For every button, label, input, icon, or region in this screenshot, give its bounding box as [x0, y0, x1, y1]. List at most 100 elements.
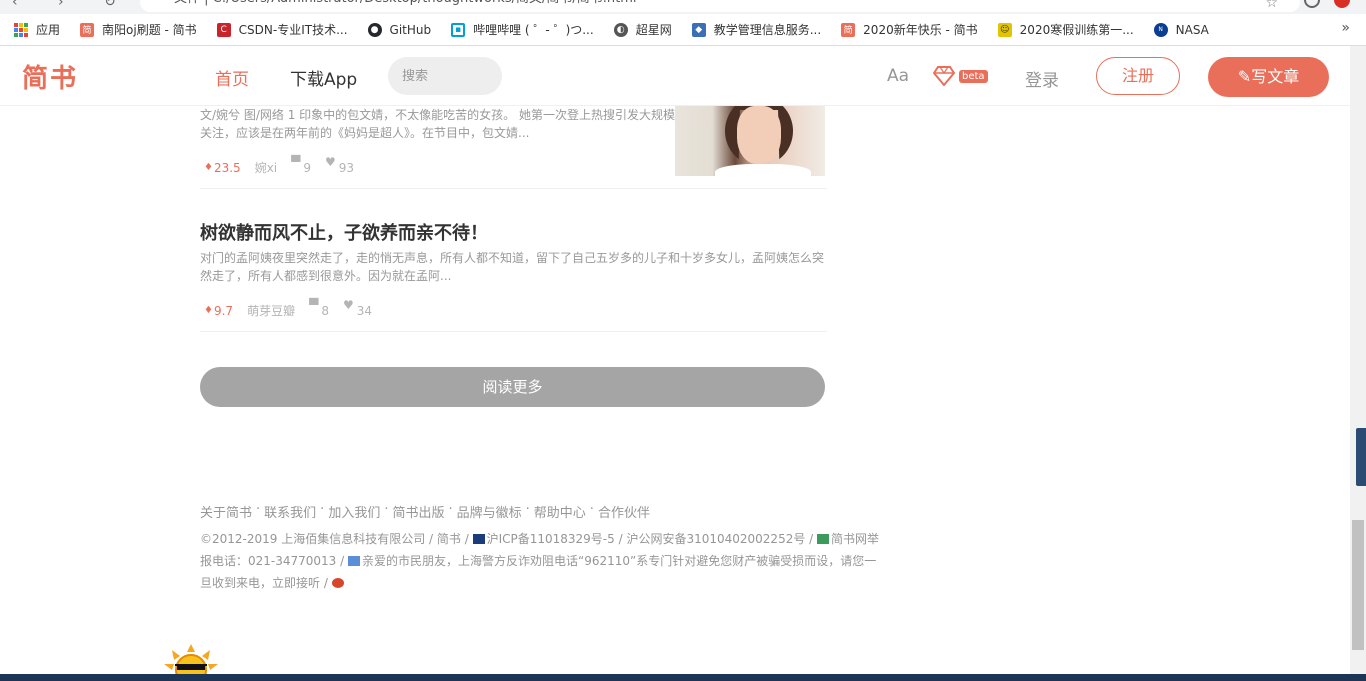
footer-separator: ·: [320, 502, 325, 517]
copyright-text: ©2012-2019 上海佰集信息科技有限公司 / 简书 /: [200, 532, 473, 546]
bookmark-csdn[interactable]: C CSDN-专业IT技术...: [216, 21, 348, 38]
bookmark-label: 2020寒假训练第一...: [1019, 23, 1134, 37]
pen-icon: ✎: [1237, 67, 1252, 86]
footer-separator: ·: [384, 502, 389, 517]
read-more-button[interactable]: 阅读更多: [200, 367, 825, 407]
thumbnail-face: [737, 106, 781, 164]
police-badge-icon: [348, 556, 360, 566]
article-thumbnail[interactable]: [675, 106, 825, 176]
bookmark-2020-newyear[interactable]: 简 2020新年快乐 - 简书: [841, 21, 978, 38]
github-icon: ●: [367, 22, 382, 37]
article-abstract: 文/婉兮 图/网络 1 印象中的包文婧，不太像能吃苦的女孩。 她第一次登上热搜引…: [200, 108, 675, 140]
bookmark-label: GitHub: [389, 22, 432, 37]
scrollbar-thumb[interactable]: [1352, 520, 1364, 650]
footer-link-help[interactable]: 帮助中心: [534, 502, 586, 521]
bookmark-nasa[interactable]: N NASA: [1153, 22, 1209, 37]
register-button[interactable]: 注册: [1096, 57, 1180, 95]
sun-mascot-icon[interactable]: [162, 644, 220, 678]
heart-icon: ♥: [325, 154, 336, 169]
report-badge-icon: [817, 534, 830, 544]
footer-link-partners[interactable]: 合作伙伴: [598, 502, 650, 521]
jsd-score: ♦ 23.5: [204, 161, 241, 175]
footer-link-about[interactable]: 关于简书: [200, 502, 252, 521]
face-icon: ☺: [997, 22, 1012, 37]
csdn-icon: C: [216, 22, 231, 37]
bookmark-winter-training[interactable]: ☺ 2020寒假训练第一...: [997, 21, 1134, 38]
nav-download-app[interactable]: 下载App: [290, 65, 357, 90]
bilibili-icon: ▪: [451, 22, 466, 37]
bookmark-nanyang-oj[interactable]: 简 南阳oj刷题 - 简书: [80, 21, 197, 38]
bookmark-github[interactable]: ● GitHub: [367, 22, 432, 37]
bookmark-label: CSDN-专业IT技术...: [238, 23, 348, 37]
side-widget[interactable]: [1356, 428, 1366, 486]
bookmark-bilibili[interactable]: ▪ 哔哩哔哩 ( ゜- ゜)つ...: [451, 21, 594, 38]
list-item[interactable]: 树欲静而风不止，子欲养而亲不待！ 对门的孟阿姨夜里突然走了，走的悄无声息，所有人…: [200, 189, 827, 332]
comment-icon: ▀: [309, 297, 319, 312]
police-emblem-icon: [331, 578, 344, 588]
address-bar[interactable]: 文件 | C:/Users/Administrator/Desktop/thou…: [140, 0, 1300, 12]
bookmarks-more-icon[interactable]: »: [1341, 20, 1350, 36]
write-article-button[interactable]: ✎写文章: [1208, 57, 1329, 97]
page-scrollbar[interactable]: [1350, 46, 1366, 681]
footer-links: 关于简书 · 联系我们 · 加入我们 · 简书出版 · 品牌与徽标 · 帮助中心 · 合作伙…: [200, 502, 650, 521]
jsd-value: 9.7: [213, 303, 234, 318]
globe-icon: ◐: [613, 22, 628, 37]
footer-link-join[interactable]: 加入我们: [328, 502, 380, 521]
nasa-icon: N: [1153, 22, 1168, 37]
bookmark-apps[interactable]: 应用: [14, 21, 60, 38]
article-meta: ♦ 9.7 萌芽豆瓣 ▀ 8 ♥ 34: [204, 298, 386, 319]
like-value: 93: [338, 160, 355, 175]
footer-link-publishing[interactable]: 简书出版: [392, 502, 444, 521]
footer-separator: ·: [448, 502, 453, 517]
comment-icon: ▀: [291, 154, 301, 169]
os-taskbar: [0, 674, 1366, 681]
beta-link[interactable]: beta: [933, 66, 988, 86]
icp-link[interactable]: 沪ICP备11018329号-5 / 沪公网安备31010402002252号 …: [487, 532, 817, 546]
footer-link-brand[interactable]: 品牌与徽标: [457, 502, 522, 521]
bookmark-chaoxing[interactable]: ◐ 超星网: [613, 21, 672, 38]
article-title[interactable]: 树欲静而风不止，子欲养而亲不待！: [200, 219, 488, 245]
like-count: ♥ 93: [325, 155, 355, 175]
bookmark-label: 超星网: [635, 23, 672, 37]
footer-separator: ·: [589, 502, 594, 517]
apps-grid-icon: [14, 22, 28, 37]
footer-separator: ·: [256, 502, 261, 517]
bookmark-label: 南阳oj刷题 - 简书: [102, 23, 197, 37]
thumbnail-dress: [715, 164, 811, 176]
bookmark-jiaoxue[interactable]: ◆ 教学管理信息服务...: [691, 21, 821, 38]
bookmark-label: 应用: [36, 23, 61, 37]
nav-home[interactable]: 首页: [215, 65, 249, 90]
notification-badge-icon[interactable]: [1334, 0, 1350, 8]
like-value: 34: [356, 303, 372, 318]
heart-icon: ♥: [342, 297, 354, 312]
browser-toolbar: ‹ › ↻ ⌂ 文件 | C:/Users/Administrator/Desk…: [0, 0, 1366, 14]
bookmark-label: 哔哩哔哩 ( ゜- ゜)つ...: [473, 23, 594, 37]
comment-value: 8: [321, 303, 329, 318]
icp-badge-icon: [472, 534, 485, 544]
footer-copyright: ©2012-2019 上海佰集信息科技有限公司 / 简书 / 沪ICP备1101…: [200, 528, 880, 594]
write-label: 写文章: [1251, 67, 1300, 86]
author-link[interactable]: 婉xi: [255, 159, 277, 176]
like-count: ♥ 34: [343, 298, 372, 318]
comment-count[interactable]: ▀ 8: [309, 298, 329, 318]
jianshu-icon: 简: [841, 22, 856, 37]
font-toggle[interactable]: Aa: [887, 66, 909, 86]
search-input[interactable]: [388, 57, 502, 95]
bookmark-star-icon[interactable]: ☆: [1265, 0, 1278, 11]
comment-count[interactable]: ▀ 9: [291, 155, 311, 175]
login-link[interactable]: 登录: [1025, 66, 1059, 91]
author-link[interactable]: 萌芽豆瓣: [247, 302, 295, 319]
bookmark-label: NASA: [1175, 22, 1209, 37]
profile-icon[interactable]: [1304, 0, 1320, 8]
jianshu-logo[interactable]: 简书: [22, 58, 78, 95]
jianshu-icon: 简: [80, 22, 95, 37]
school-icon: ◆: [691, 22, 706, 37]
diamond-icon: [933, 66, 955, 86]
diamond-icon: ♦: [204, 162, 213, 173]
jsd-value: 23.5: [213, 160, 241, 175]
footer-link-contact[interactable]: 联系我们: [264, 502, 316, 521]
list-item[interactable]: 文/婉兮 图/网络 1 印象中的包文婧，不太像能吃苦的女孩。 她第一次登上热搜引…: [200, 106, 827, 189]
jsd-score: ♦ 9.7: [204, 304, 233, 318]
bookmarks-bar: 应用 简 南阳oj刷题 - 简书 C CSDN-专业IT技术... ● GitH…: [0, 14, 1366, 46]
comment-value: 9: [303, 160, 311, 175]
